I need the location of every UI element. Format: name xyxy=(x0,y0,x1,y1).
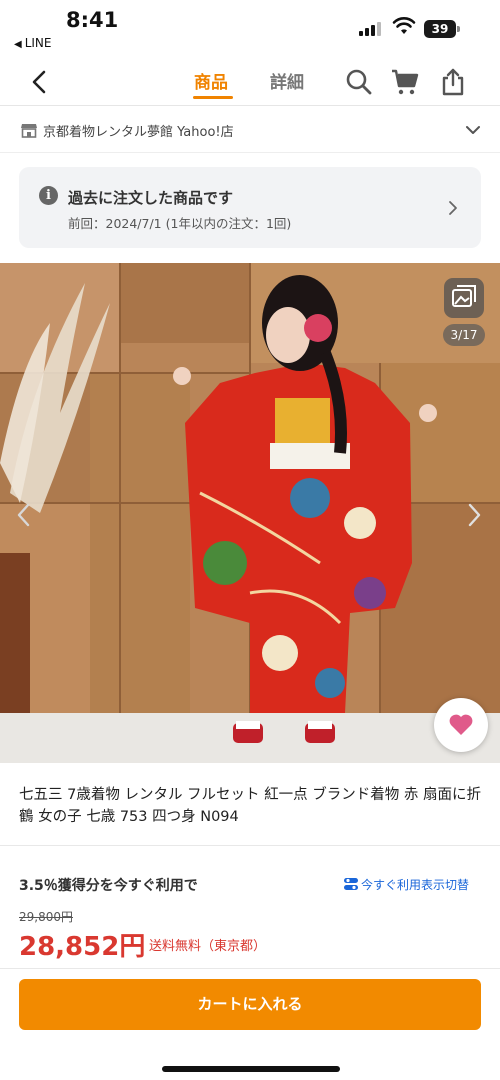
shipping-info: 送料無料（東京都） xyxy=(149,939,267,954)
divider xyxy=(0,845,500,846)
tab-product[interactable]: 商品 xyxy=(194,68,228,93)
status-time: 8:41 xyxy=(66,8,119,32)
gallery-icon xyxy=(452,285,476,307)
image-counter: 3/17 xyxy=(443,324,485,346)
favorite-button[interactable] xyxy=(434,698,488,752)
top-nav-bar: 商品 詳細 xyxy=(0,58,500,106)
order-history-title: 過去に注文した商品です xyxy=(68,189,234,207)
battery-icon: 39 xyxy=(424,20,460,38)
original-price: 29,800円 xyxy=(19,910,73,924)
back-triangle-icon: ◀ xyxy=(14,39,22,50)
points-display-toggle[interactable]: 今すぐ利用表示切替 xyxy=(344,876,469,893)
toggle-icon xyxy=(344,878,358,890)
chevron-left-icon[interactable] xyxy=(14,500,34,530)
divider xyxy=(0,968,500,969)
chevron-down-icon[interactable] xyxy=(464,121,482,139)
back-icon[interactable] xyxy=(26,68,54,96)
search-icon[interactable] xyxy=(344,67,374,97)
active-tab-indicator xyxy=(193,96,233,99)
info-icon: i xyxy=(39,186,58,205)
order-history-subtitle: 前回：2024/7/1 (1年以内の注文：1回) xyxy=(68,216,292,231)
tab-details[interactable]: 詳細 xyxy=(270,68,304,93)
heart-icon xyxy=(449,714,473,735)
store-selector[interactable]: 京都着物レンタル夢館 Yahoo!店 xyxy=(0,107,500,153)
cart-icon[interactable] xyxy=(390,67,420,97)
product-image-carousel[interactable] xyxy=(0,263,500,763)
points-toggle-label: 今すぐ利用表示切替 xyxy=(361,878,470,892)
status-bar: 8:41 ◀ LINE 39 xyxy=(0,0,500,58)
product-photo xyxy=(0,263,500,763)
wifi-icon xyxy=(392,17,416,34)
order-history-banner[interactable]: i 過去に注文した商品です 前回：2024/7/1 (1年以内の注文：1回) xyxy=(19,167,481,248)
points-text: 3.5％獲得分を今すぐ利用で xyxy=(19,878,198,894)
gallery-button[interactable] xyxy=(444,278,484,318)
store-name: 京都着物レンタル夢館 Yahoo!店 xyxy=(43,125,234,140)
back-app-label: LINE xyxy=(24,36,52,50)
home-indicator xyxy=(162,1066,340,1072)
add-to-cart-button[interactable]: カートに入れる xyxy=(19,979,481,1030)
chevron-right-icon[interactable] xyxy=(464,500,484,530)
share-icon[interactable] xyxy=(438,67,468,97)
cellular-signal-icon xyxy=(359,22,383,36)
store-icon xyxy=(21,124,37,138)
battery-level: 39 xyxy=(424,20,456,38)
product-title: 七五三 7歳着物 レンタル フルセット 紅一点 ブランド着物 赤 扇面に折鶴 女… xyxy=(19,787,481,825)
back-to-app-link[interactable]: ◀ LINE xyxy=(14,36,52,50)
price: 28,852円 xyxy=(19,932,146,962)
chevron-right-icon xyxy=(449,201,457,215)
